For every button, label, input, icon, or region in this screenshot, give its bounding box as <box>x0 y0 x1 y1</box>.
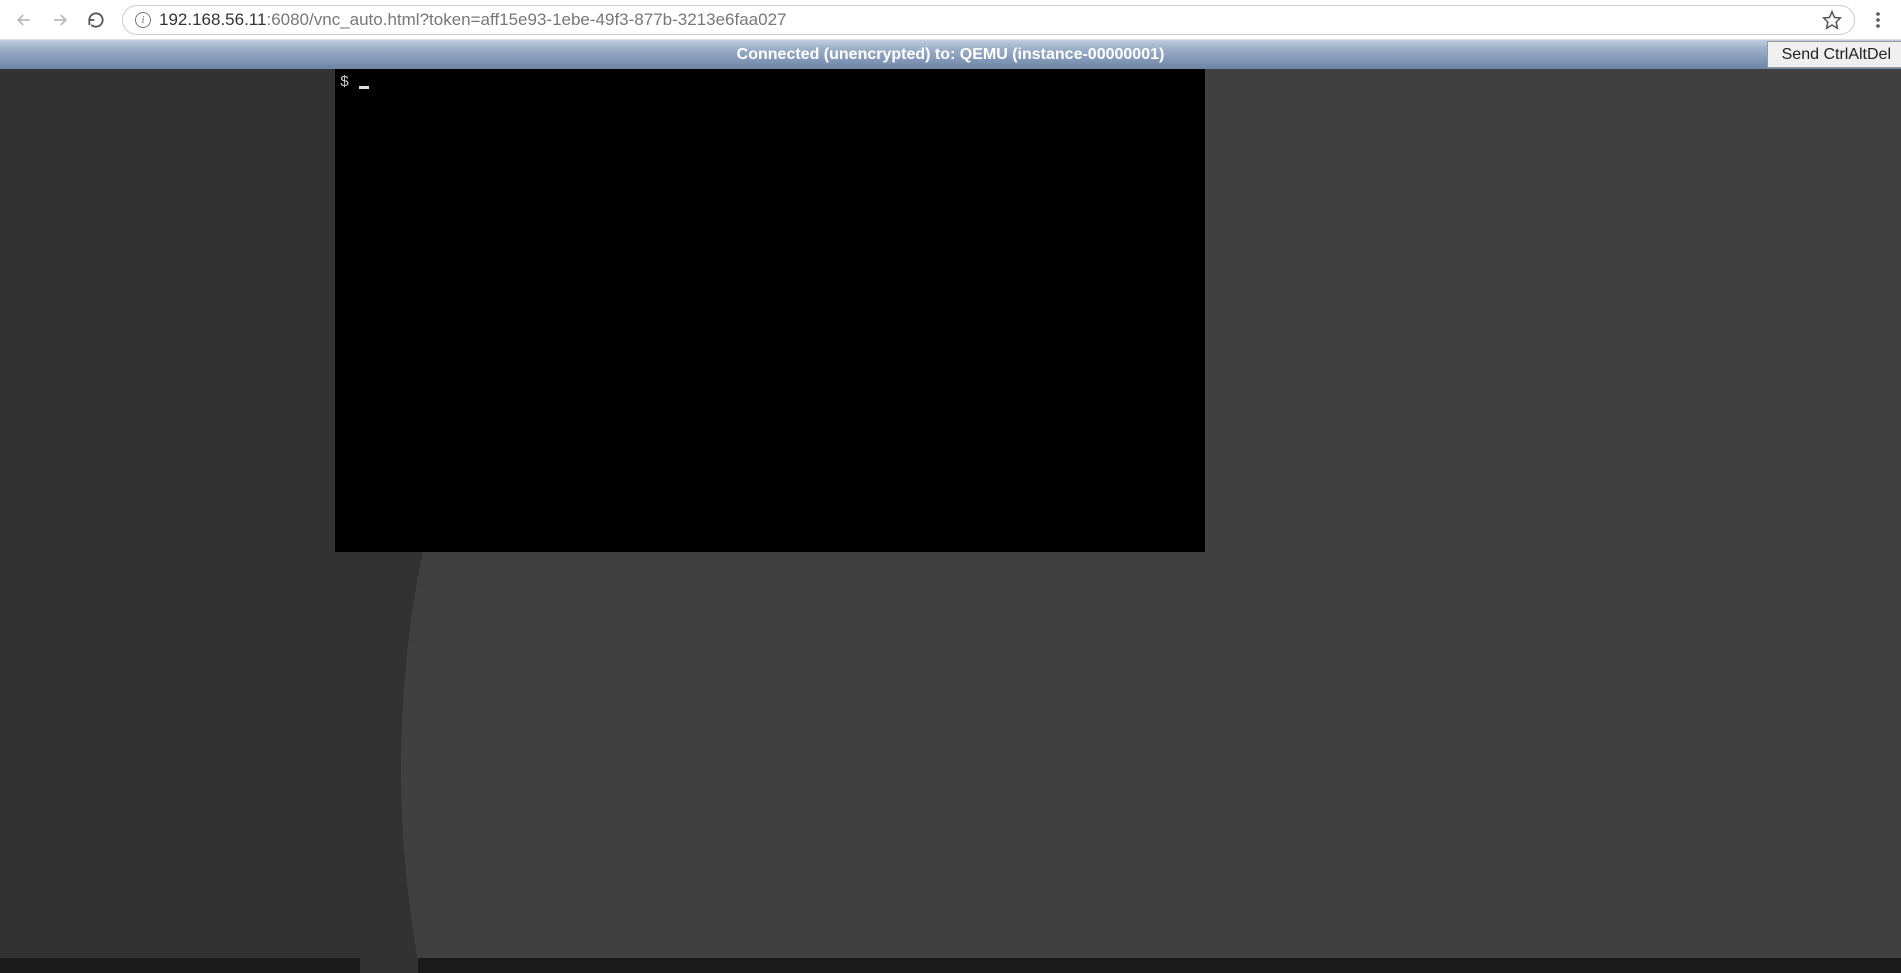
url-text: 192.168.56.11:6080/vnc_auto.html?token=a… <box>159 10 787 30</box>
browser-toolbar: i 192.168.56.11:6080/vnc_auto.html?token… <box>0 0 1901 40</box>
taskbar-segment <box>418 958 1901 973</box>
browser-menu-button[interactable] <box>1863 5 1893 35</box>
arrow-left-icon <box>14 10 34 30</box>
taskbar-segment <box>0 958 360 973</box>
reload-icon <box>86 10 106 30</box>
bookmark-star-icon[interactable] <box>1822 10 1842 30</box>
terminal-cursor <box>359 86 369 89</box>
info-icon-label: i <box>141 14 144 26</box>
terminal-prompt: $ <box>340 74 349 91</box>
site-info-icon[interactable]: i <box>135 12 151 28</box>
back-button[interactable] <box>8 4 40 36</box>
kebab-menu-icon <box>1869 11 1887 29</box>
vnc-viewport: $ <box>0 69 1901 973</box>
vnc-canvas[interactable]: $ <box>335 69 1205 552</box>
forward-button[interactable] <box>44 4 76 36</box>
vnc-status-bar: Connected (unencrypted) to: QEMU (instan… <box>0 40 1901 69</box>
vnc-status-text: Connected (unencrypted) to: QEMU (instan… <box>0 46 1901 64</box>
nav-buttons <box>8 4 112 36</box>
taskbar-gap <box>360 958 418 973</box>
url-path: :6080/vnc_auto.html?token=aff15e93-1ebe-… <box>266 10 786 29</box>
taskbar-hints <box>0 958 1901 973</box>
reload-button[interactable] <box>80 4 112 36</box>
send-ctrl-alt-del-button[interactable]: Send CtrlAltDel <box>1767 41 1901 68</box>
terminal-line: $ <box>335 69 1205 96</box>
url-host: 192.168.56.11 <box>159 10 266 29</box>
address-bar[interactable]: i 192.168.56.11:6080/vnc_auto.html?token… <box>122 5 1855 35</box>
arrow-right-icon <box>50 10 70 30</box>
